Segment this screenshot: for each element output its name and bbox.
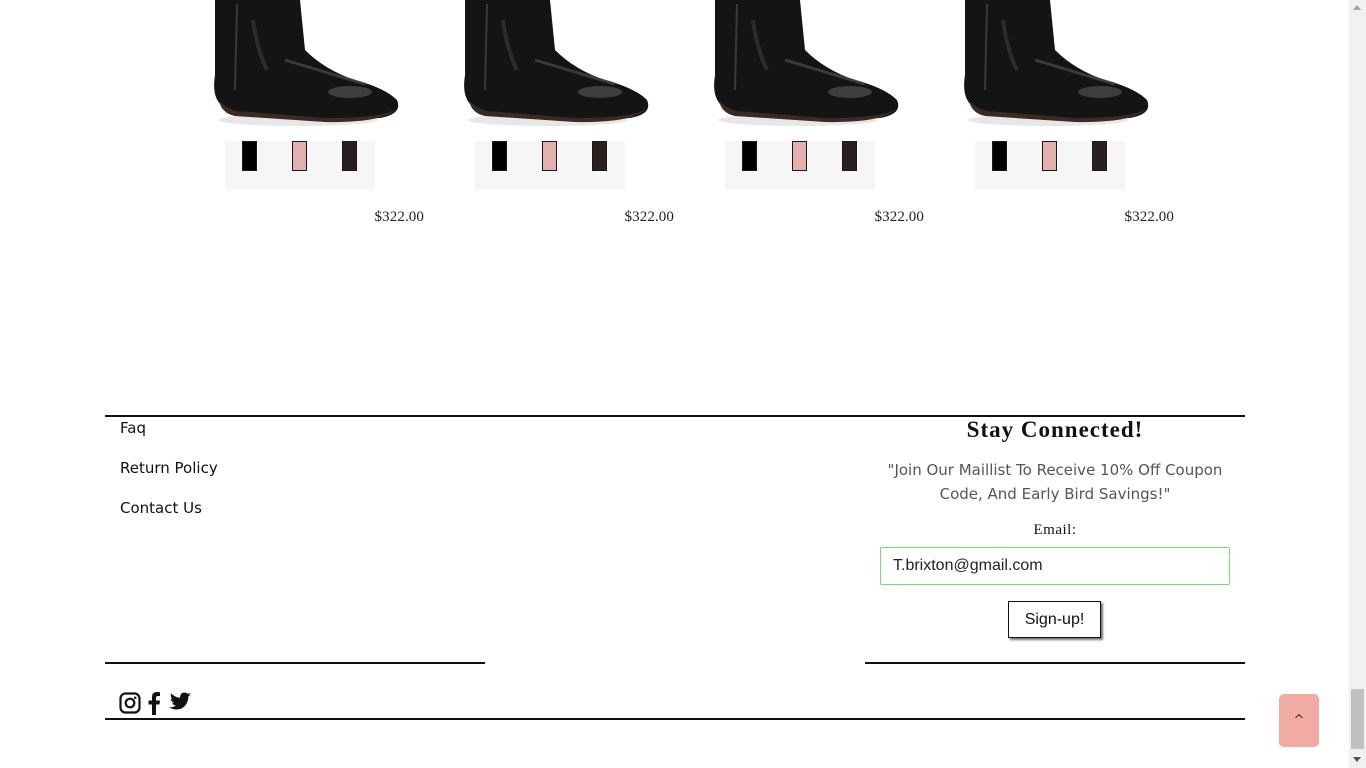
product-price: $322.00 [1124, 209, 1174, 225]
product-price: $322.00 [874, 209, 924, 225]
scroll-down-arrow-icon[interactable] [1353, 757, 1361, 762]
signup-button[interactable]: Sign-up! [1008, 601, 1101, 638]
boot-image[interactable] [675, 0, 925, 130]
swatch-black[interactable] [492, 141, 507, 171]
newsletter-description: "Join Our Maillist To Receive 10% Off Co… [887, 461, 1223, 503]
boot-image[interactable] [425, 0, 675, 130]
color-swatches [475, 141, 625, 190]
swatch-pink[interactable] [542, 141, 557, 171]
boot-image[interactable] [925, 0, 1175, 130]
swatch-brown[interactable] [342, 141, 357, 171]
product-price: $322.00 [374, 209, 424, 225]
email-field[interactable] [880, 547, 1230, 585]
boot-image[interactable] [175, 0, 425, 130]
newsletter-title: Stay Connected! [966, 417, 1144, 442]
footer-left-rule [105, 662, 485, 664]
swatch-brown[interactable] [842, 141, 857, 171]
product-price: $322.00 [624, 209, 674, 225]
facebook-icon[interactable] [147, 691, 161, 715]
footer-right-rule [865, 662, 1245, 664]
color-swatches [975, 141, 1125, 190]
instagram-icon[interactable] [119, 691, 141, 715]
swatch-pink[interactable] [792, 141, 807, 171]
return-policy-link[interactable]: Return Policy [120, 458, 218, 498]
twitter-icon[interactable] [168, 691, 192, 713]
color-swatches [225, 141, 375, 190]
swatch-black[interactable] [242, 141, 257, 171]
swatch-pink[interactable] [292, 141, 307, 171]
newsletter-signup: Stay Connected! "Join Our Maillist To Re… [865, 417, 1245, 638]
scroll-up-arrow-icon[interactable] [1353, 5, 1361, 10]
swatch-brown[interactable] [1092, 141, 1107, 171]
faq-link[interactable]: Faq [120, 418, 218, 458]
product-card[interactable]: $322.00 [175, 0, 425, 240]
page-scrollbar[interactable] [1349, 0, 1366, 768]
footer-bottom-rule [105, 718, 1245, 720]
swatch-brown[interactable] [592, 141, 607, 171]
contact-us-link[interactable]: Contact Us [120, 498, 218, 538]
product-card[interactable]: $322.00 [675, 0, 925, 240]
scrollbar-thumb[interactable] [1351, 689, 1364, 749]
swatch-black[interactable] [992, 141, 1007, 171]
swatch-pink[interactable] [1042, 141, 1057, 171]
color-swatches [725, 141, 875, 190]
product-card[interactable]: $322.00 [925, 0, 1175, 240]
scroll-to-top-button[interactable]: ^ [1279, 694, 1319, 747]
footer-links: Faq Return Policy Contact Us [120, 418, 218, 538]
email-label: Email: [1033, 522, 1077, 538]
swatch-black[interactable] [742, 141, 757, 171]
product-card[interactable]: $322.00 [425, 0, 675, 240]
